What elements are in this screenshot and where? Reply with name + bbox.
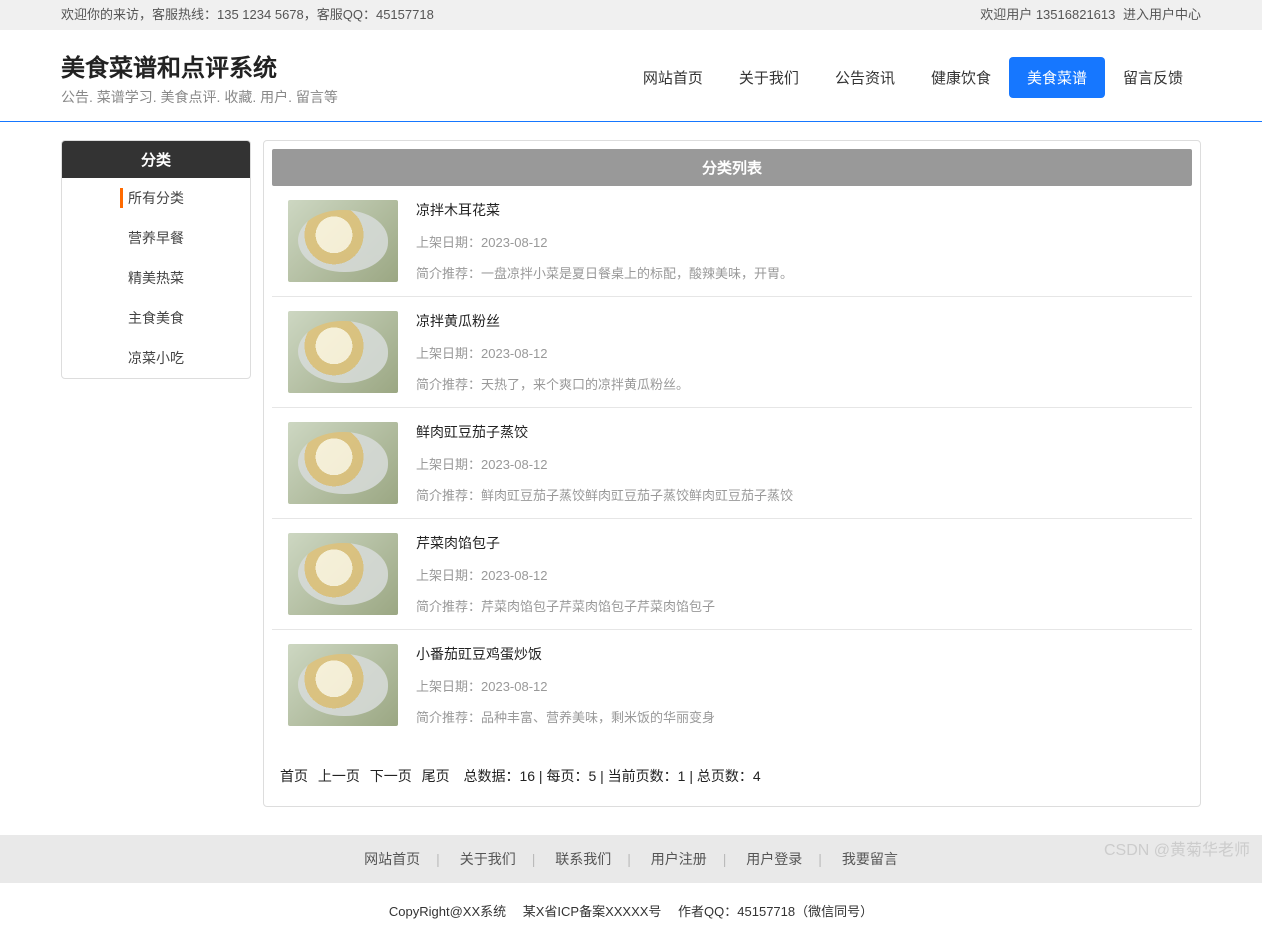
brand-subtitle: 公告. 菜谱学习. 美食点评. 收藏. 用户. 留言等 [61,87,338,107]
welcome-prefix: 欢迎用户 [980,7,1032,22]
recipe-thumb [288,533,398,615]
list-item[interactable]: 凉拌木耳花菜上架日期：2023-08-12 简介推荐：一盘凉拌小菜是夏日餐桌上的标… [272,186,1192,297]
item-date: 上架日期：2023-08-12 [416,343,1176,362]
pager-stats: 总数据：16 | 每页：5 | 当前页数：1 | 总页数：4 [463,768,760,784]
list-item[interactable]: 芹菜肉馅包子上架日期：2023-08-12 简介推荐：芹菜肉馅包子芹菜肉馅包子芹菜… [272,519,1192,630]
item-title: 凉拌黄瓜粉丝 [416,311,1176,331]
copyright: CopyRight@XX系统 某X省ICP备案XXXXX号 作者QQ：45157… [0,883,1262,938]
content-panel: 分类列表 凉拌木耳花菜上架日期：2023-08-12 简介推荐：一盘凉拌小菜是夏日… [263,140,1201,807]
sidebar-item-staple[interactable]: 主食美食 [62,298,250,338]
item-body: 凉拌木耳花菜上架日期：2023-08-12 简介推荐：一盘凉拌小菜是夏日餐桌上的标… [416,200,1176,282]
username: 13516821613 [1036,7,1116,22]
item-desc: 简介推荐：鲜肉豇豆茄子蒸饺鲜肉豇豆茄子蒸饺鲜肉豇豆茄子蒸饺 [416,485,1176,504]
footer-link-message[interactable]: 我要留言 [842,851,898,867]
item-desc: 简介推荐：品种丰富、营养美味，剩米饭的华丽变身 [416,707,1176,726]
pager-last[interactable]: 尾页 [422,768,450,784]
brand: 美食菜谱和点评系统 公告. 菜谱学习. 美食点评. 收藏. 用户. 留言等 [61,48,338,107]
topbar-right: 欢迎用户 13516821613 进入用户中心 [980,0,1201,30]
nav-about[interactable]: 关于我们 [721,57,817,98]
recipe-thumb [288,200,398,282]
footer-link-about[interactable]: 关于我们 [460,851,516,867]
item-body: 鲜肉豇豆茄子蒸饺上架日期：2023-08-12 简介推荐：鲜肉豇豆茄子蒸饺鲜肉豇豆… [416,422,1176,504]
sidebar-item-hotdish[interactable]: 精美热菜 [62,258,250,298]
sidebar: 分类 所有分类 营养早餐 精美热菜 主食美食 凉菜小吃 [61,140,251,379]
nav-notice[interactable]: 公告资讯 [817,57,913,98]
main: 分类 所有分类 营养早餐 精美热菜 主食美食 凉菜小吃 分类列表 凉拌木耳花菜上… [61,122,1201,807]
usercenter-link[interactable]: 进入用户中心 [1123,7,1201,22]
list-item[interactable]: 凉拌黄瓜粉丝上架日期：2023-08-12 简介推荐：天热了，来个爽口的凉拌黄瓜粉… [272,297,1192,408]
footer-link-home[interactable]: 网站首页 [364,851,420,867]
nav-home[interactable]: 网站首页 [625,57,721,98]
recipe-thumb [288,311,398,393]
pager-next[interactable]: 下一页 [370,768,412,784]
topbar-left-text: 欢迎你的来访，客服热线：135 1234 5678，客服QQ：45157718 [61,0,434,30]
item-body: 凉拌黄瓜粉丝上架日期：2023-08-12 简介推荐：天热了，来个爽口的凉拌黄瓜粉… [416,311,1176,393]
footer-link-contact[interactable]: 联系我们 [555,851,611,867]
nav-health[interactable]: 健康饮食 [913,57,1009,98]
item-desc: 简介推荐：一盘凉拌小菜是夏日餐桌上的标配，酸辣美味，开胃。 [416,263,1176,282]
brand-title: 美食菜谱和点评系统 [61,48,338,83]
list-item[interactable]: 鲜肉豇豆茄子蒸饺上架日期：2023-08-12 简介推荐：鲜肉豇豆茄子蒸饺鲜肉豇豆… [272,408,1192,519]
footer-link-login[interactable]: 用户登录 [746,851,802,867]
pager-prev[interactable]: 上一页 [318,768,360,784]
item-title: 小番茄豇豆鸡蛋炒饭 [416,644,1176,664]
list-title: 分类列表 [272,149,1192,186]
nav-feedback[interactable]: 留言反馈 [1105,57,1201,98]
item-body: 芹菜肉馅包子上架日期：2023-08-12 简介推荐：芹菜肉馅包子芹菜肉馅包子芹菜… [416,533,1176,615]
pager: 首页 上一页 下一页 尾页 总数据：16 | 每页：5 | 当前页数：1 | 总… [272,740,1192,792]
item-date: 上架日期：2023-08-12 [416,454,1176,473]
sidebar-item-cold[interactable]: 凉菜小吃 [62,338,250,378]
sidebar-item-breakfast[interactable]: 营养早餐 [62,218,250,258]
item-date: 上架日期：2023-08-12 [416,232,1176,251]
pager-first[interactable]: 首页 [280,768,308,784]
recipe-thumb [288,422,398,504]
item-title: 凉拌木耳花菜 [416,200,1176,220]
item-title: 芹菜肉馅包子 [416,533,1176,553]
header: 美食菜谱和点评系统 公告. 菜谱学习. 美食点评. 收藏. 用户. 留言等 网站… [61,30,1201,121]
item-date: 上架日期：2023-08-12 [416,676,1176,695]
item-desc: 简介推荐：芹菜肉馅包子芹菜肉馅包子芹菜肉馅包子 [416,596,1176,615]
item-body: 小番茄豇豆鸡蛋炒饭上架日期：2023-08-12 简介推荐：品种丰富、营养美味，剩… [416,644,1176,726]
topbar: 欢迎你的来访，客服热线：135 1234 5678，客服QQ：45157718 … [0,0,1262,30]
footer-link-register[interactable]: 用户注册 [651,851,707,867]
nav-recipes[interactable]: 美食菜谱 [1009,57,1105,98]
item-title: 鲜肉豇豆茄子蒸饺 [416,422,1176,442]
item-desc: 简介推荐：天热了，来个爽口的凉拌黄瓜粉丝。 [416,374,1176,393]
footer-links: 网站首页| 关于我们| 联系我们| 用户注册| 用户登录| 我要留言 [0,835,1262,883]
recipe-thumb [288,644,398,726]
list-item[interactable]: 小番茄豇豆鸡蛋炒饭上架日期：2023-08-12 简介推荐：品种丰富、营养美味，剩… [272,630,1192,740]
sidebar-item-all[interactable]: 所有分类 [62,178,250,218]
sidebar-title: 分类 [62,141,250,178]
item-date: 上架日期：2023-08-12 [416,565,1176,584]
list-container: 凉拌木耳花菜上架日期：2023-08-12 简介推荐：一盘凉拌小菜是夏日餐桌上的标… [272,186,1192,740]
nav: 网站首页 关于我们 公告资讯 健康饮食 美食菜谱 留言反馈 [625,57,1201,98]
